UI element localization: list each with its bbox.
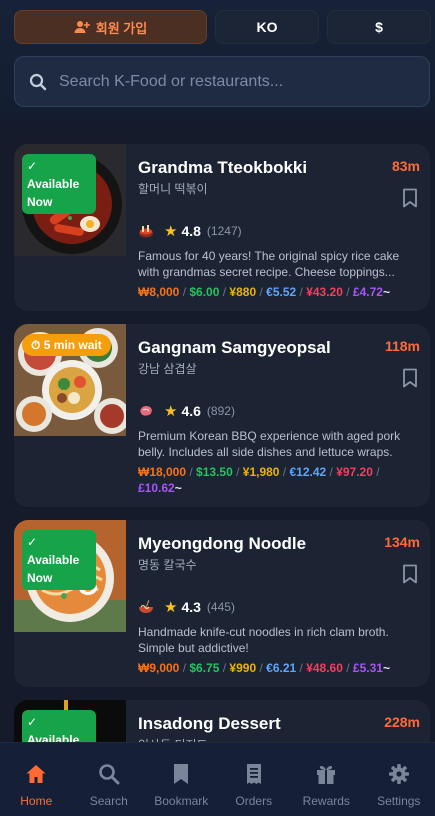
wait-badge: ⏱ 5 min wait <box>22 334 111 356</box>
language-button[interactable]: KO <box>215 10 319 44</box>
price-gbp: £10.62 <box>138 481 175 495</box>
nav-label: Bookmark <box>154 794 209 808</box>
distance: 134m <box>384 534 420 550</box>
price-krw: ₩8,000 <box>138 285 180 299</box>
nav-label: Home <box>20 794 53 808</box>
restaurant-local-name: 명동 칼국수 <box>138 558 197 572</box>
price-list: ₩8,000 / $6.00 / ¥880 / €5.52 / ¥43.20 /… <box>138 285 390 299</box>
search-icon <box>98 764 120 785</box>
rating-row: ★ 4.8 (1247) <box>138 222 242 240</box>
review-count: (892) <box>206 404 235 418</box>
signup-button[interactable]: 회원 가입 <box>14 10 207 44</box>
receipt-icon <box>246 764 261 784</box>
price-krw: ₩18,000 <box>138 465 187 479</box>
nav-label: Orders <box>235 794 273 808</box>
price-jpy: ¥880 <box>229 285 257 299</box>
bottom-nav: Home Search Bookmark Orders Rewards Sett… <box>0 742 435 816</box>
star-icon: ★ <box>164 223 178 240</box>
restaurant-name[interactable]: Myeongdong Noodle <box>138 534 306 554</box>
nav-orders[interactable]: Orders <box>218 743 291 816</box>
restaurant-card[interactable]: ⏱ 5 min wait Gangnam Samgyeopsal 강남 삼겹살 … <box>14 324 430 507</box>
price-eur: €6.21 <box>266 661 297 675</box>
price-more: ~ <box>382 661 390 675</box>
rating-row: ★ 4.3 (445) <box>138 598 235 616</box>
price-more: ~ <box>174 481 182 495</box>
noodle-icon <box>139 600 153 613</box>
restaurant-card[interactable]: ✓ Available Now Myeongdong Noodle 명동 칼국수… <box>14 520 430 687</box>
star-icon: ★ <box>164 599 178 616</box>
restaurant-local-name: 할머니 떡볶이 <box>138 182 208 196</box>
price-list: ₩18,000 / $13.50 / ¥1,980 / €12.42 / ¥97… <box>138 465 380 495</box>
price-usd: $6.00 <box>189 285 220 299</box>
home-icon <box>26 765 46 783</box>
nav-search[interactable]: Search <box>73 743 146 816</box>
search-icon <box>29 73 47 90</box>
price-jpy: ¥1,980 <box>242 465 280 479</box>
bookmark-icon[interactable] <box>402 188 418 208</box>
bookmark-icon <box>174 764 189 784</box>
bookmark-icon[interactable] <box>402 368 418 388</box>
status-badge: ✓ Available Now <box>22 154 96 214</box>
tteokbokki-icon <box>139 225 153 238</box>
search-input[interactable] <box>59 72 419 91</box>
restaurant-description: Handmade knife-cut noodles in rich clam … <box>138 625 389 655</box>
rating-value: 4.8 <box>181 223 201 239</box>
distance: 118m <box>384 338 420 354</box>
price-krw: ₩9,000 <box>138 661 180 675</box>
header-actions: 회원 가입 KO $ <box>14 10 431 44</box>
restaurant-name[interactable]: Insadong Dessert <box>138 714 281 734</box>
price-gbp: £4.72 <box>352 285 383 299</box>
restaurant-description: Famous for 40 years! The original spicy … <box>138 249 400 279</box>
rating-row: ★ 4.6 (892) <box>138 402 235 420</box>
nav-label: Search <box>89 794 128 808</box>
price-eur: €12.42 <box>289 465 327 479</box>
price-eur: €5.52 <box>266 285 297 299</box>
price-gbp: £5.31 <box>352 661 383 675</box>
review-count: (445) <box>206 600 235 614</box>
restaurant-name[interactable]: Gangnam Samgyeopsal <box>138 338 331 358</box>
add-user-icon <box>74 21 90 33</box>
star-icon: ★ <box>164 403 178 420</box>
nav-label: Settings <box>377 794 421 808</box>
rating-value: 4.3 <box>181 599 201 615</box>
signup-label: 회원 가입 <box>95 20 148 36</box>
gift-icon <box>317 765 336 784</box>
top-bar: 회원 가입 KO $ <box>0 0 435 120</box>
restaurant-local-name: 강남 삼겹살 <box>138 362 197 376</box>
price-cny: ¥43.20 <box>306 285 343 299</box>
nav-settings[interactable]: Settings <box>363 743 435 816</box>
price-usd: $6.75 <box>189 661 220 675</box>
search-bar[interactable] <box>14 56 430 107</box>
meat-icon <box>140 405 152 416</box>
restaurant-description: Premium Korean BBQ experience with aged … <box>138 429 401 459</box>
nav-home[interactable]: Home <box>0 743 73 816</box>
distance: 228m <box>384 714 420 730</box>
distance: 83m <box>391 158 420 174</box>
rating-value: 4.6 <box>181 403 201 419</box>
price-cny: ¥48.60 <box>306 661 343 675</box>
restaurant-name[interactable]: Grandma Tteokbokki <box>138 158 307 178</box>
status-badge: ✓ Available Now <box>22 530 96 590</box>
price-usd: $13.50 <box>196 465 233 479</box>
nav-bookmark[interactable]: Bookmark <box>145 743 218 816</box>
price-more: ~ <box>382 285 390 299</box>
currency-button[interactable]: $ <box>327 10 431 44</box>
price-cny: ¥97.20 <box>336 465 373 479</box>
nav-label: Rewards <box>302 794 350 808</box>
restaurant-card[interactable]: ✓ Available Now Grandma Tteokbokki 할머니 떡… <box>14 144 430 311</box>
bookmark-icon[interactable] <box>402 564 418 584</box>
nav-rewards[interactable]: Rewards <box>290 743 363 816</box>
price-jpy: ¥990 <box>229 661 257 675</box>
gear-icon <box>388 764 409 784</box>
review-count: (1247) <box>206 224 242 238</box>
price-list: ₩9,000 / $6.75 / ¥990 / €6.21 / ¥48.60 /… <box>138 661 390 675</box>
